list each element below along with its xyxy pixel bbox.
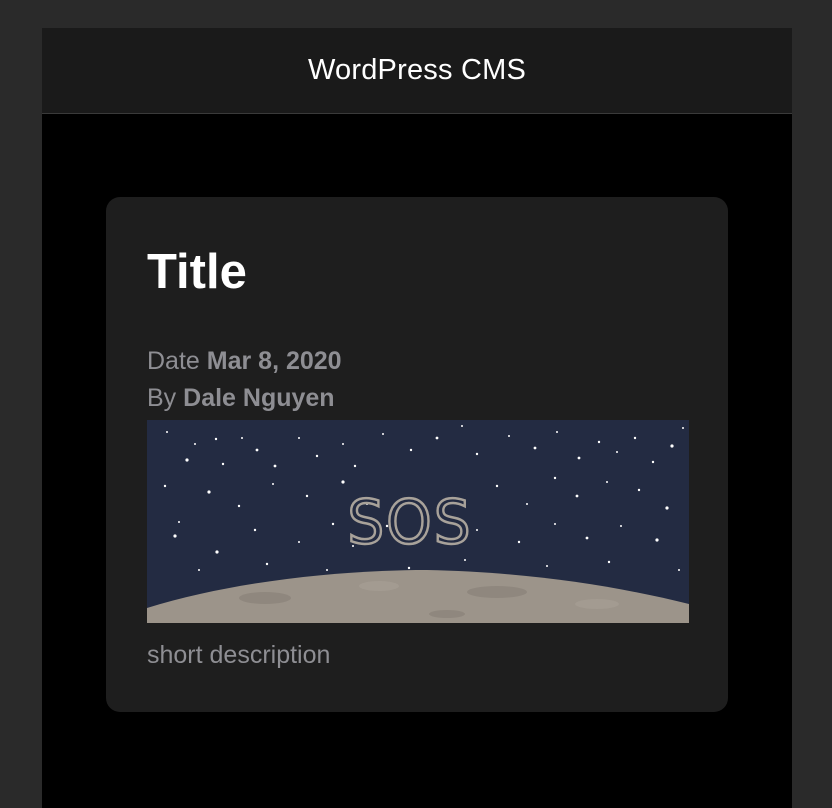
date-label: Date xyxy=(147,347,200,375)
post-author: Dale Nguyen xyxy=(183,384,335,412)
author-label: By xyxy=(147,384,177,412)
navigation-bar: WordPress CMS xyxy=(42,28,792,114)
post-featured-image: SOS xyxy=(147,420,689,623)
navbar-title: WordPress CMS xyxy=(308,54,526,86)
post-author-row: By Dale Nguyen xyxy=(147,380,688,417)
post-card[interactable]: Title Date Mar 8, 2020 By Dale Nguyen SO… xyxy=(106,197,728,712)
post-date-row: Date Mar 8, 2020 xyxy=(147,343,688,380)
post-date: Mar 8, 2020 xyxy=(206,347,342,375)
post-title: Title xyxy=(147,245,247,299)
image-caption: SOS xyxy=(347,488,472,559)
app-window: WordPress CMS Title Date Mar 8, 2020 By … xyxy=(42,28,792,808)
post-description: short description xyxy=(147,641,331,669)
